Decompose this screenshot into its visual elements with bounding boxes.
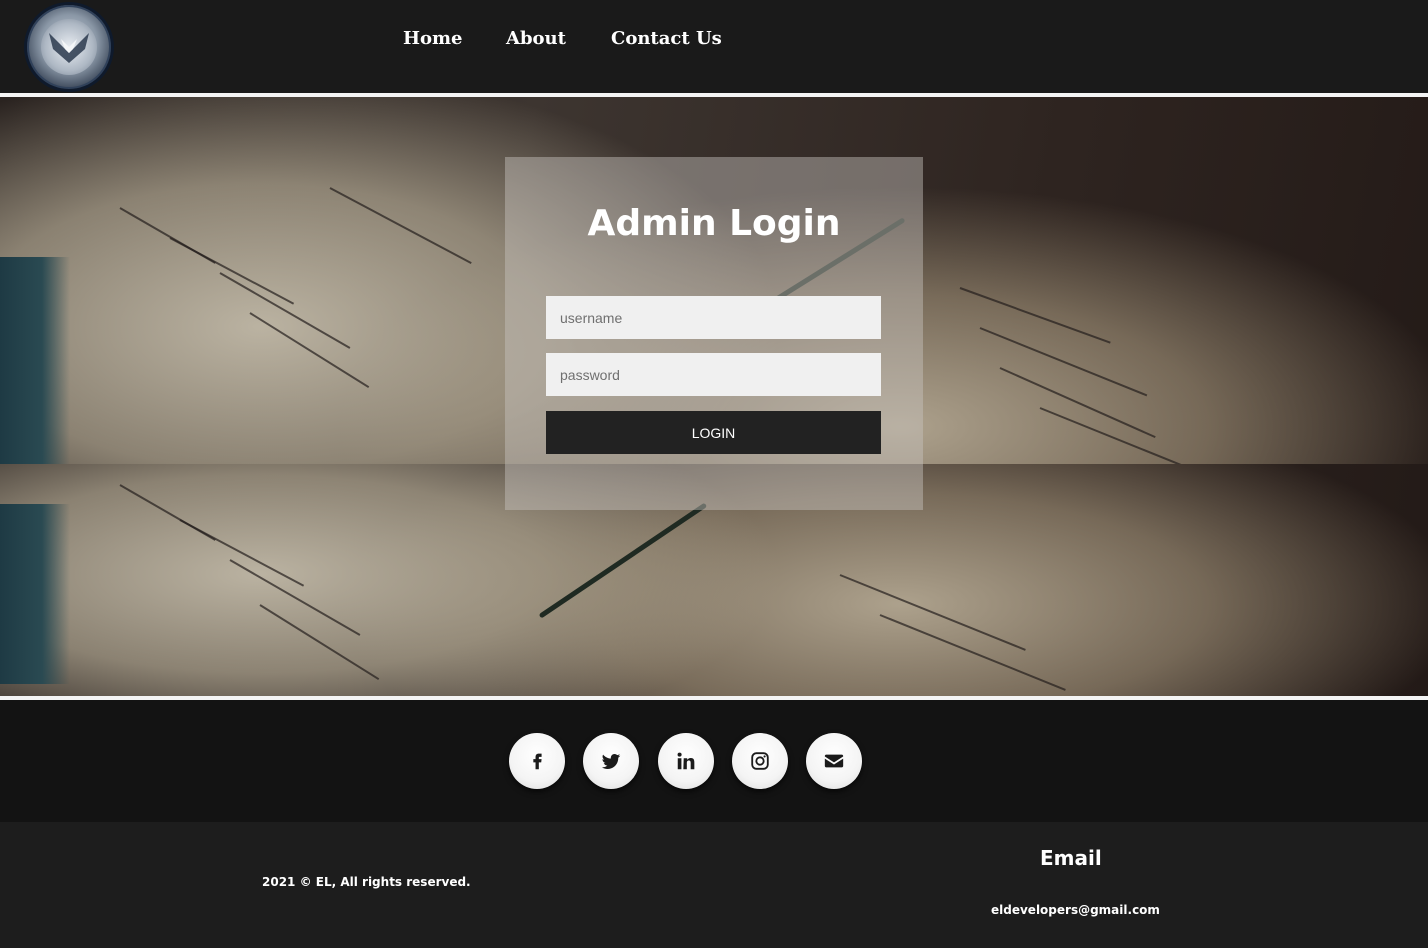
nav-contact-link[interactable]: Contact Us [611, 28, 722, 49]
login-card: Admin Login LOGIN [505, 157, 923, 510]
social-links-bar [0, 700, 1428, 822]
instagram-icon [751, 752, 769, 770]
eagle-emblem-icon [41, 19, 97, 75]
login-title: Admin Login [587, 203, 841, 244]
ink-stroke [999, 367, 1156, 439]
nav-home-link[interactable]: Home [403, 28, 463, 49]
flower-stem [538, 502, 708, 619]
site-footer: 2021 © EL, All rights reserved. Email el… [0, 822, 1428, 948]
login-button[interactable]: LOGIN [546, 411, 881, 454]
ink-stroke [219, 272, 351, 349]
ink-stroke [879, 614, 1066, 691]
ink-stroke [959, 287, 1111, 344]
ink-stroke [229, 559, 361, 636]
site-header: Home About Contact Us [0, 0, 1428, 93]
ink-stroke [259, 604, 380, 681]
ink-stroke [329, 187, 472, 264]
email-button[interactable] [806, 733, 862, 789]
ink-stroke [979, 327, 1148, 397]
mail-icon [824, 754, 844, 768]
book-spine [0, 257, 70, 487]
ink-stroke [169, 237, 295, 305]
facebook-icon [533, 753, 542, 770]
email-heading: Email [1040, 846, 1102, 870]
ink-stroke [839, 574, 1026, 651]
twitter-icon [601, 753, 621, 769]
ink-stroke [1039, 407, 1189, 469]
book-spine [0, 504, 70, 684]
shield-logo[interactable] [24, 2, 114, 92]
linkedin-icon [677, 752, 695, 770]
linkedin-button[interactable] [658, 733, 714, 789]
username-input[interactable] [546, 296, 881, 339]
email-address[interactable]: eldevelopers@gmail.com [991, 903, 1160, 917]
instagram-button[interactable] [732, 733, 788, 789]
password-input[interactable] [546, 353, 881, 396]
nav-about-link[interactable]: About [506, 28, 566, 49]
twitter-button[interactable] [583, 733, 639, 789]
facebook-button[interactable] [509, 733, 565, 789]
copyright-text: 2021 © EL, All rights reserved. [262, 875, 471, 889]
ink-stroke [179, 519, 305, 587]
